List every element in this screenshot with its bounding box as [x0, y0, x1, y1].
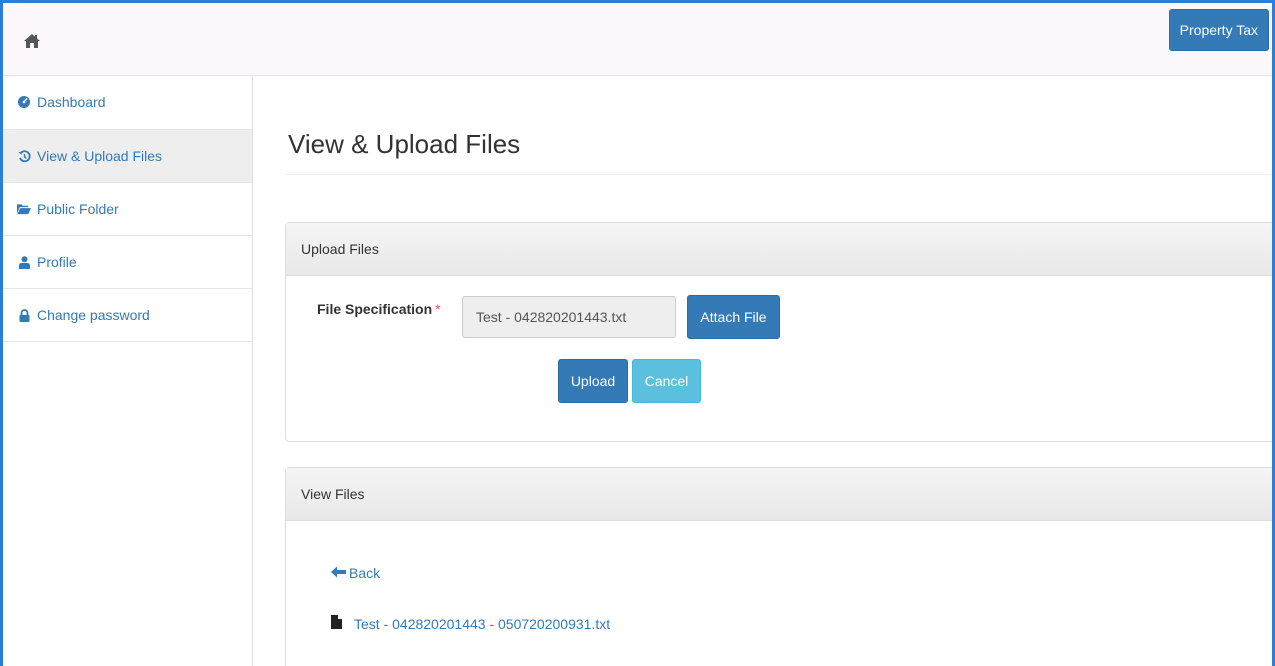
user-icon	[17, 255, 31, 269]
sidebar: Dashboard View & Upload Files Public Fol…	[3, 77, 253, 666]
history-icon	[17, 149, 31, 163]
view-files-panel: View Files Back Test - 042820201443 - 05…	[285, 467, 1272, 666]
view-panel-heading: View Files	[286, 468, 1272, 521]
sidebar-item-label: Profile	[37, 254, 77, 270]
cancel-button[interactable]: Cancel	[632, 359, 701, 403]
file-icon	[331, 615, 342, 632]
required-marker: *	[435, 301, 441, 317]
file-specification-label: File Specification *	[317, 301, 441, 317]
back-link-label: Back	[349, 565, 381, 581]
top-navbar: Property Tax	[3, 3, 1272, 76]
page-title: View & Upload Files	[288, 129, 521, 159]
sidebar-item-label: Change password	[37, 307, 150, 323]
sidebar-item-view-upload-files[interactable]: View & Upload Files	[3, 130, 252, 183]
sidebar-item-dashboard[interactable]: Dashboard	[3, 77, 252, 130]
sidebar-item-label: Dashboard	[37, 94, 106, 110]
app-frame: Property Tax Dashboard View & Upload Fil…	[0, 0, 1275, 666]
sidebar-item-change-password[interactable]: Change password	[3, 289, 252, 342]
title-divider	[285, 174, 1272, 175]
sidebar-item-profile[interactable]: Profile	[3, 236, 252, 289]
upload-panel-heading: Upload Files	[286, 223, 1272, 276]
folder-open-icon	[17, 202, 31, 216]
file-name: Test - 042820201443 - 050720200931.txt	[354, 615, 611, 632]
lock-icon	[17, 308, 31, 322]
sidebar-item-label: Public Folder	[37, 201, 119, 217]
file-specification-label-text: File Specification	[317, 301, 433, 317]
attach-file-button[interactable]: Attach File	[687, 295, 780, 339]
sidebar-item-label: View & Upload Files	[37, 148, 163, 164]
arrow-left-icon	[331, 565, 346, 581]
back-link[interactable]: Back	[331, 565, 380, 581]
upload-button[interactable]: Upload	[558, 359, 628, 403]
main-content: View & Upload Files Upload Files File Sp…	[285, 77, 1272, 666]
home-icon[interactable]	[23, 33, 41, 49]
file-list-item[interactable]: Test - 042820201443 - 050720200931.txt	[331, 615, 610, 632]
file-specification-input[interactable]	[462, 296, 676, 338]
sidebar-item-public-folder[interactable]: Public Folder	[3, 183, 252, 236]
property-tax-button[interactable]: Property Tax	[1168, 9, 1269, 51]
dashboard-icon	[17, 94, 31, 108]
upload-files-panel: Upload Files File Specification* Attach …	[285, 222, 1272, 442]
